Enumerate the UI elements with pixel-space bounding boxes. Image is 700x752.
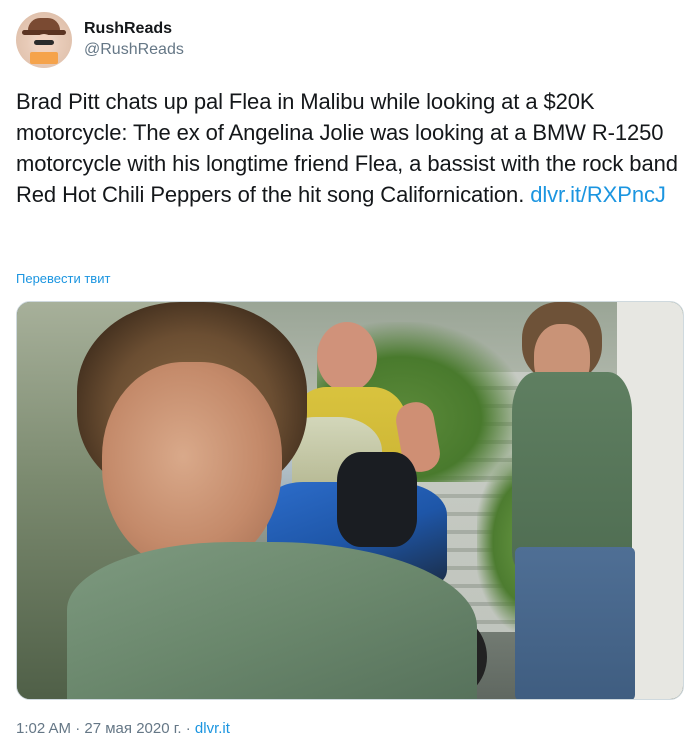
photo-person-flea-head (317, 322, 377, 392)
tweet-meta: 1:02 AM · 27 мая 2020 г. · dlvr.it (16, 720, 230, 737)
author-display-name[interactable]: RushReads (84, 19, 184, 39)
photo-person-right-shirt (512, 372, 632, 572)
translate-tweet-link[interactable]: Перевести твит (16, 271, 110, 286)
tweet-date[interactable]: 27 мая 2020 г. (84, 720, 181, 737)
tweet-link[interactable]: dlvr.it/RXPncJ (530, 182, 666, 207)
meta-separator: · (181, 720, 195, 737)
meta-separator: · (71, 720, 85, 737)
tweet-source-link[interactable]: dlvr.it (195, 720, 230, 737)
avatar-glasses (34, 40, 54, 45)
author-handle[interactable]: @RushReads (84, 39, 184, 61)
tweet-photo[interactable] (16, 301, 684, 700)
tweet-header: RushReads @RushReads (16, 12, 184, 68)
photo-person-closeup-shirt (67, 542, 477, 699)
photo-motorcycle-headlight (337, 452, 417, 547)
tweet-time[interactable]: 1:02 AM (16, 720, 71, 737)
photo-person-closeup-face (102, 362, 282, 572)
avatar-book (30, 52, 58, 64)
tweet-text: Brad Pitt chats up pal Flea in Malibu wh… (16, 86, 684, 210)
photo-person-right-jeans (515, 547, 635, 699)
author-names: RushReads @RushReads (84, 19, 184, 61)
tweet-card: RushReads @RushReads Brad Pitt chats up … (0, 0, 700, 752)
user-avatar[interactable] (16, 12, 72, 68)
